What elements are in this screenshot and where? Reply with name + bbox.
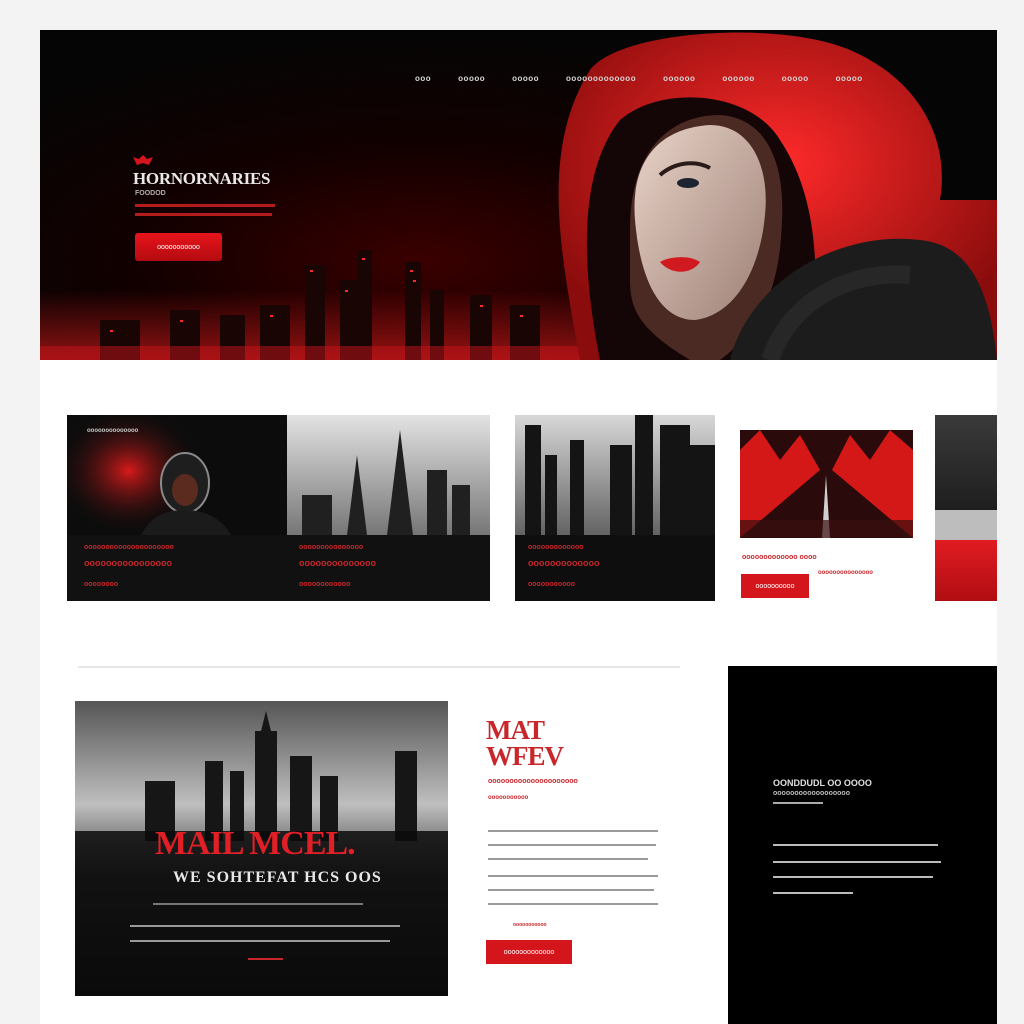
card-1-line-4: ooooooooooooooo bbox=[299, 544, 364, 551]
article-heading: MAT WFEV bbox=[486, 715, 564, 771]
nav-item-1[interactable]: ooo bbox=[415, 74, 431, 83]
card-2-line-1: ooooooooooooo bbox=[528, 544, 584, 551]
article-body-line bbox=[488, 889, 654, 891]
poster-text-line bbox=[130, 940, 390, 942]
poster-subtitle: WE SOHTEFAT HCS OOS bbox=[173, 869, 382, 886]
article-body-line bbox=[488, 903, 658, 905]
nav-item-8[interactable]: ooooo bbox=[836, 74, 863, 83]
brand-title: HORNORNARIES bbox=[133, 169, 271, 188]
card-4-red-block bbox=[935, 540, 997, 601]
card-4-road bbox=[935, 510, 997, 540]
skyscrapers-image bbox=[515, 415, 715, 601]
feature-card-4-partial[interactable] bbox=[935, 415, 997, 601]
side-panel-line bbox=[773, 861, 941, 863]
card-1-line-3: oooooooo bbox=[84, 581, 119, 588]
hero-text-line bbox=[135, 213, 272, 216]
side-panel-title: OONDDUDL OO OOOO bbox=[773, 778, 872, 788]
nav-item-6[interactable]: oooooo bbox=[722, 74, 754, 83]
nav-item-5[interactable]: oooooo bbox=[663, 74, 695, 83]
side-panel-line bbox=[773, 802, 823, 804]
card-2-line-3: ooooooooooo bbox=[528, 581, 576, 588]
card-3-caption: ooooooooooooo oooo bbox=[742, 554, 817, 561]
article-heading-line-2: WFEV bbox=[486, 741, 564, 771]
web-page-mockup: ooo ooooo ooooo ooooooooooooo oooooo ooo… bbox=[40, 30, 997, 1024]
hero-banner: ooo ooooo ooooo ooooooooooooo oooooo ooo… bbox=[40, 30, 997, 360]
nav-item-3[interactable]: ooooo bbox=[512, 74, 539, 83]
article-button[interactable]: ooooooooooooo bbox=[486, 940, 572, 964]
article-tagline: ooooooooooo bbox=[488, 795, 529, 801]
feature-card-1[interactable]: oooooooooooooo ooooooooooooooooooooo ooo… bbox=[67, 415, 490, 601]
brand-subtitle: FOODOD bbox=[135, 190, 166, 197]
side-panel-line bbox=[773, 844, 938, 846]
card-1-line-5: oooooooooooooo bbox=[299, 558, 376, 568]
nav-item-2[interactable]: ooooo bbox=[458, 74, 485, 83]
card-3-sub: ooooooooooooooo bbox=[818, 570, 873, 576]
card-3-button[interactable]: oooooooooo bbox=[741, 574, 809, 598]
hooded-figure-image bbox=[67, 415, 490, 601]
card-4-image bbox=[935, 415, 997, 525]
side-panel-line bbox=[773, 892, 853, 894]
article-link[interactable]: ooooooooooo bbox=[513, 922, 547, 928]
article-body-line bbox=[488, 875, 658, 877]
side-info-panel: OONDDUDL OO OOOO oooooooooooooooooo bbox=[728, 666, 997, 1024]
card-1-line-1: ooooooooooooooooooooo bbox=[84, 544, 174, 551]
section-divider bbox=[78, 666, 680, 668]
feature-card-3[interactable]: ooooooooooooo oooo oooooooooo oooooooooo… bbox=[740, 430, 916, 600]
bat-logo-icon bbox=[133, 155, 153, 165]
poster-link-line bbox=[248, 958, 283, 960]
top-navigation: ooo ooooo ooooo ooooooooooooo oooooo ooo… bbox=[415, 74, 890, 83]
card-2-line-2: ooooooooooooo bbox=[528, 558, 600, 568]
side-panel-subtitle: oooooooooooooooooo bbox=[773, 790, 850, 797]
red-forest-image bbox=[740, 430, 913, 538]
card-1-label: oooooooooooooo bbox=[87, 428, 139, 434]
hero-cta-button[interactable]: ooooooooooo bbox=[135, 233, 222, 261]
nav-item-4[interactable]: ooooooooooooo bbox=[566, 74, 636, 83]
poster-title: MAIL MCEL. bbox=[155, 825, 356, 862]
card-1-line-6: oooooooooooo bbox=[299, 581, 351, 588]
side-panel-line bbox=[773, 876, 933, 878]
article-body-line bbox=[488, 830, 658, 832]
article-heading-line-1: MAT bbox=[486, 715, 545, 745]
article-body-line bbox=[488, 858, 648, 860]
feature-card-2[interactable]: ooooooooooooo ooooooooooooo ooooooooooo bbox=[515, 415, 715, 601]
article-body-line bbox=[488, 844, 656, 846]
hero-text-line bbox=[135, 204, 275, 207]
card-1-line-2: oooooooooooooooo bbox=[84, 558, 172, 568]
poster-panel[interactable]: MAIL MCEL. WE SOHTEFAT HCS OOS bbox=[75, 701, 448, 996]
poster-text-line bbox=[130, 925, 400, 927]
poster-text-line bbox=[153, 903, 363, 905]
article-subheading: ooooooooooooooooooooo bbox=[488, 778, 578, 785]
nav-item-7[interactable]: ooooo bbox=[782, 74, 809, 83]
city-skyline-illustration bbox=[40, 250, 600, 360]
